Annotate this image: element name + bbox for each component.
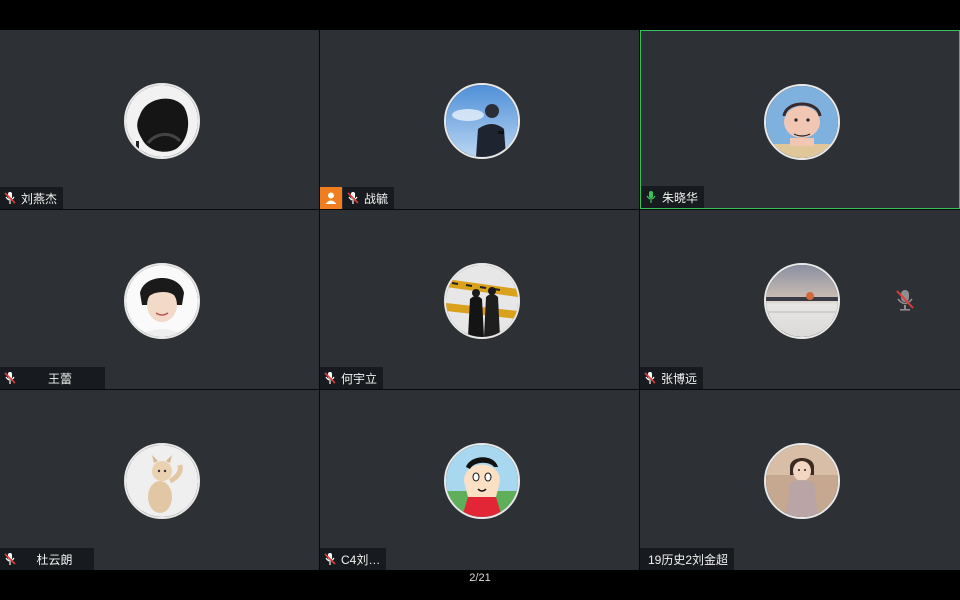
participant-avatar	[123, 263, 200, 339]
participant-name: 王蕾	[47, 371, 72, 386]
participant-avatar	[443, 443, 520, 519]
participant-name-tag: 张博远	[640, 367, 704, 389]
participant-avatar	[764, 84, 840, 160]
user-icon	[325, 192, 337, 204]
participant-tile[interactable]: 战毓	[320, 30, 639, 209]
participant-avatar	[764, 443, 840, 519]
participant-avatar	[123, 443, 200, 519]
mic-muted-icon	[324, 552, 336, 566]
participant-tile[interactable]: 何宇立	[320, 210, 639, 389]
mic-muted-icon	[4, 552, 16, 566]
mic-muted-icon	[347, 191, 359, 205]
participant-name: 刘燕杰	[21, 191, 58, 206]
participant-name: 杜云朗	[36, 552, 73, 567]
participant-tile[interactable]: 杜云朗	[0, 390, 319, 570]
host-badge	[320, 187, 342, 209]
participant-name-tag: 杜云朗	[0, 548, 94, 570]
participant-tile[interactable]: C4刘…	[320, 390, 639, 570]
mic-muted-icon	[644, 371, 656, 385]
participant-name-tag: 何宇立	[320, 367, 384, 389]
participant-tile[interactable]: 19历史2刘金超	[640, 390, 960, 570]
mic-muted-icon	[4, 191, 16, 205]
participant-tile[interactable]: 刘燕杰	[0, 30, 319, 209]
mic-muted-icon	[324, 371, 336, 385]
participant-tile[interactable]: 张博远	[640, 210, 960, 389]
participant-tile[interactable]: 王蕾	[0, 210, 319, 389]
participant-name-tag: 朱晓华	[641, 186, 705, 208]
participant-avatar	[443, 83, 520, 159]
participant-name: 19历史2刘金超	[648, 552, 729, 567]
participant-name: 何宇立	[341, 371, 378, 386]
participant-name: 战毓	[364, 191, 389, 206]
participant-name: C4刘…	[341, 552, 381, 567]
participant-avatar	[443, 263, 520, 339]
participant-avatar	[123, 83, 200, 159]
participant-name-tag: 刘燕杰	[0, 187, 64, 209]
video-grid: 刘燕杰 战毓 朱晓华 王蕾 何宇立 张博远 杜云朗 C4刘… 19历史2刘金超	[0, 30, 960, 570]
participant-name-tag: 战毓	[343, 187, 395, 209]
participant-name-tag: C4刘…	[320, 548, 387, 570]
participant-tile-active[interactable]: 朱晓华	[640, 30, 960, 209]
mic-muted-indicator-icon	[896, 290, 914, 311]
page-indicator: 2/21	[469, 572, 491, 584]
participant-name-tag: 王蕾	[0, 367, 105, 389]
participant-name: 朱晓华	[662, 190, 699, 205]
participant-avatar	[764, 263, 840, 339]
meeting-screen: 刘燕杰 战毓 朱晓华 王蕾 何宇立 张博远 杜云朗 C4刘… 19历史2刘金超 …	[0, 0, 960, 600]
mic-speaking-icon	[645, 190, 657, 204]
participant-name-tag: 19历史2刘金超	[640, 548, 735, 570]
participant-name: 张博远	[661, 371, 698, 386]
mic-muted-icon	[4, 371, 16, 385]
